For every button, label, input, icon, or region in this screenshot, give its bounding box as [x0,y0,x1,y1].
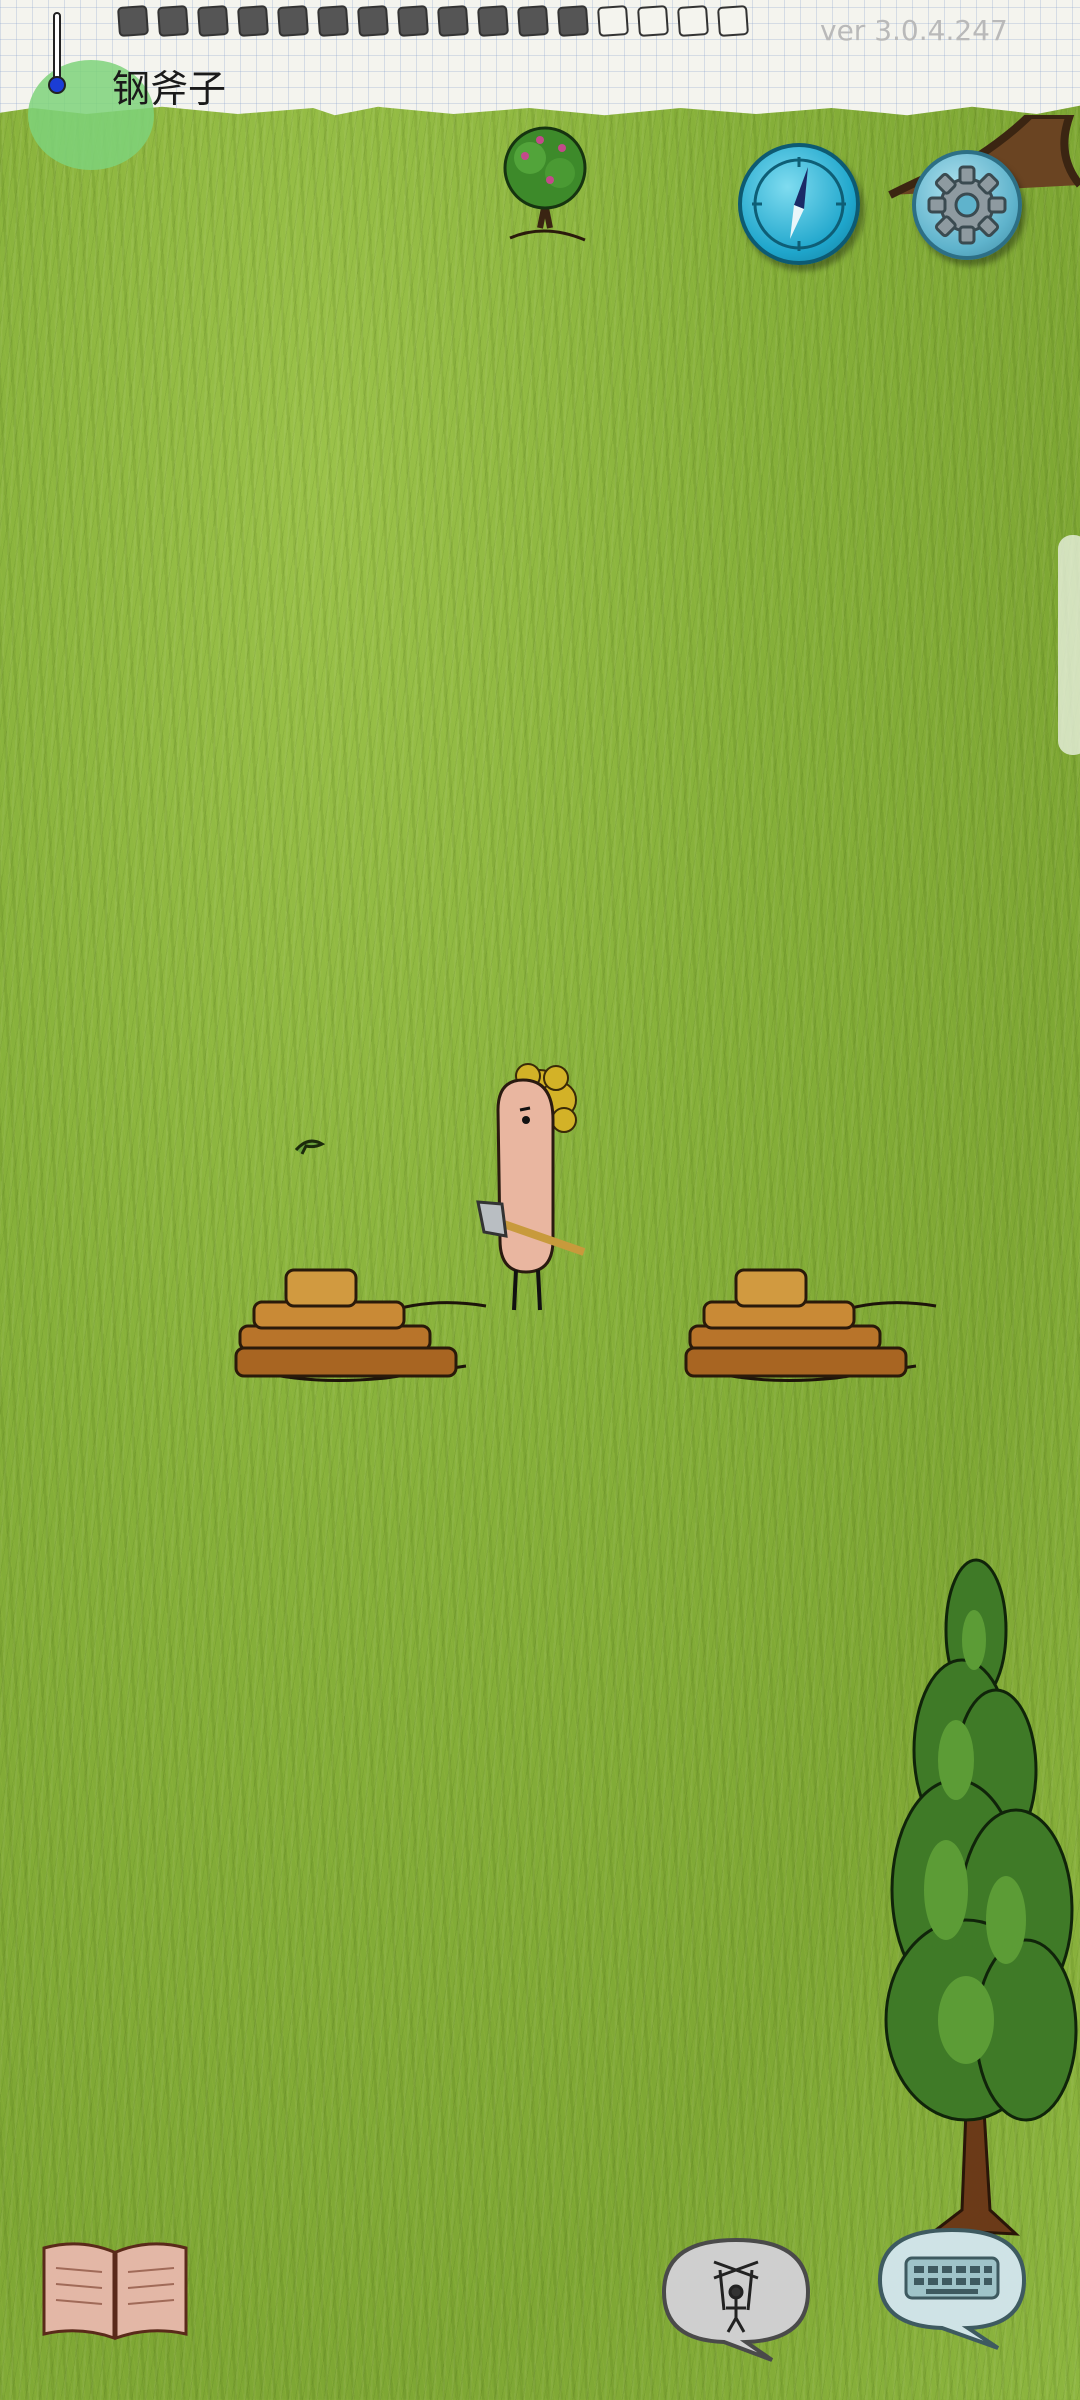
food-pips [116,4,750,42]
food-pip [236,4,270,38]
berry-bush[interactable] [490,118,600,253]
food-pip [316,4,350,38]
juniper-tree[interactable] [866,1550,1080,2240]
food-pip [476,4,510,38]
held-item-label: 钢斧子 [112,67,227,111]
compass-icon [752,157,846,251]
food-pip [556,4,590,38]
side-drawer-tab[interactable] [1058,535,1080,755]
tree-stump-pile[interactable] [676,1256,946,1396]
keyboard-icon [904,2256,1000,2300]
food-pip [276,4,310,38]
food-pip-empty [596,4,630,38]
food-pip [156,4,190,38]
seedling[interactable] [292,1134,332,1158]
tree-stump-pile[interactable] [226,1256,496,1396]
food-pip [116,4,150,38]
food-pip [356,4,390,38]
version-label: ver 3.0.4.247 [820,14,1008,47]
emote-button[interactable] [654,2232,818,2362]
food-pip-empty [716,4,750,38]
food-pip [396,4,430,38]
settings-button[interactable] [912,150,1022,260]
thermometer-icon [48,12,66,102]
food-pip-empty [676,4,710,38]
gear-icon [927,165,1007,245]
chat-button[interactable] [872,2222,1032,2352]
food-pip [196,4,230,38]
food-pip-empty [636,4,670,38]
compass-button[interactable] [738,143,860,265]
food-pip [516,4,550,38]
book-icon[interactable] [40,2238,190,2344]
food-pip [436,4,470,38]
